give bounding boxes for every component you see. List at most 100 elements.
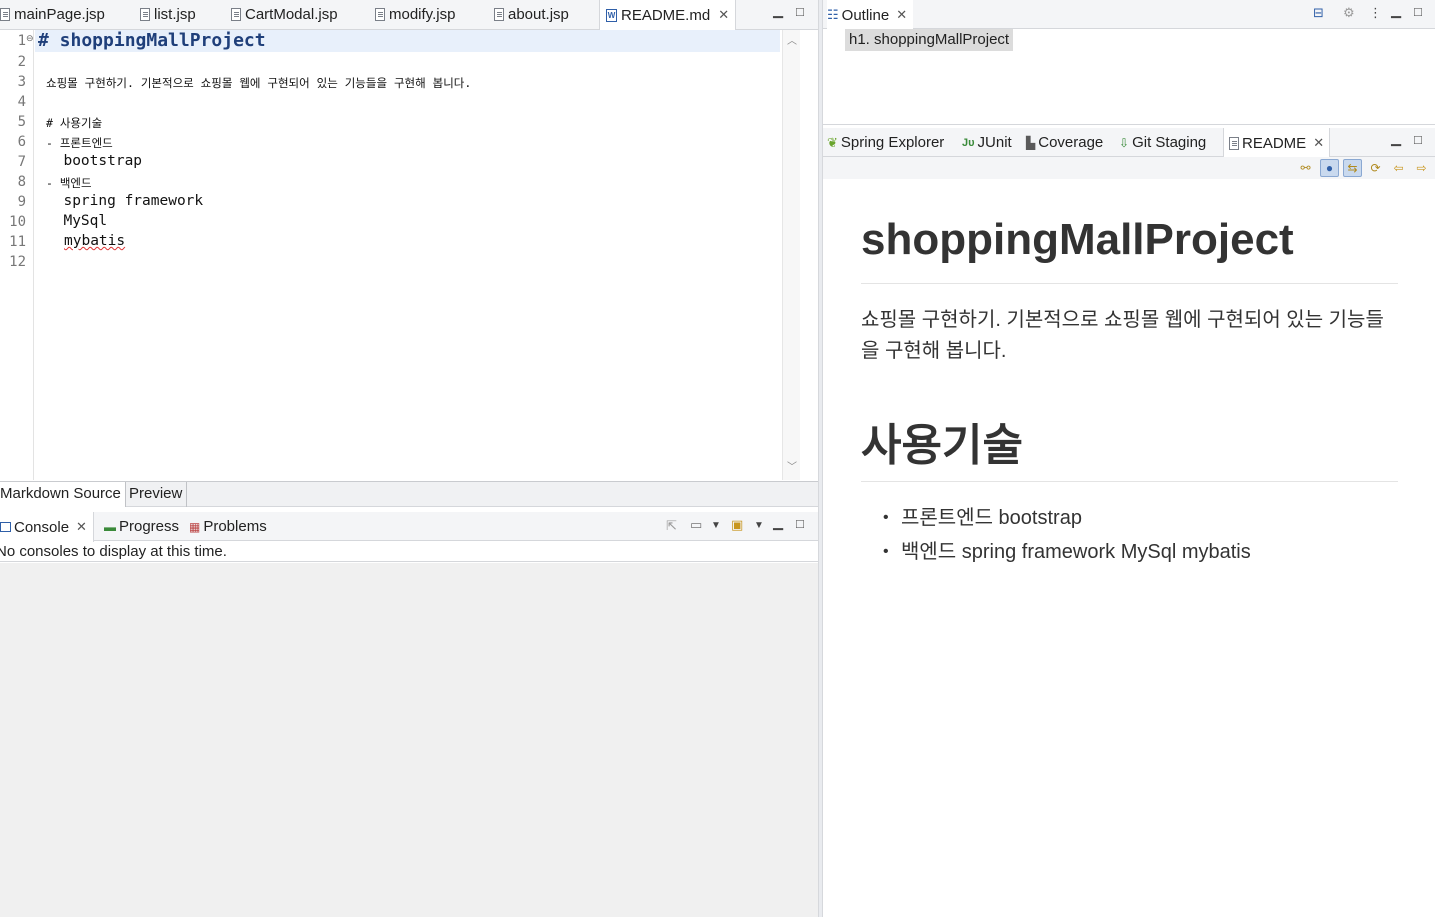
file-icon <box>375 8 385 21</box>
code-line-5: # 사용기술 <box>46 116 103 130</box>
tab-list-jsp[interactable]: list.jsp <box>140 0 196 29</box>
tab-progress[interactable]: ▬ Progress <box>104 512 179 541</box>
markdown-source-editor[interactable]: 1 ⊖ 2 3 4 5 6 7 8 9 10 11 12 # shoppingM… <box>0 30 800 480</box>
code-line-6: - 프론트엔드 <box>46 136 113 150</box>
close-icon[interactable]: ✕ <box>76 519 87 535</box>
tab-label: Spring Explorer <box>840 134 945 151</box>
code-line-11: mybatis <box>64 233 125 249</box>
line-number: 3 <box>17 74 26 90</box>
close-icon[interactable]: ✕ <box>1313 135 1324 151</box>
tab-outline[interactable]: ☷ Outline ✕ <box>827 0 914 30</box>
tab-junit[interactable]: Jᴜ JUnit <box>962 128 1012 157</box>
tab-label: Console <box>14 518 70 536</box>
spellcheck-word: mybatis <box>64 233 126 249</box>
line-number: 7 <box>17 154 26 170</box>
junit-icon: Jᴜ <box>962 136 975 149</box>
refresh-icon[interactable]: ⟳ <box>1366 159 1385 177</box>
line-number: 10 <box>9 214 26 230</box>
tab-markdown-source[interactable]: Markdown Source <box>0 482 126 507</box>
minimize-icon[interactable]: ▁ <box>1391 132 1401 145</box>
maximize-icon[interactable]: □ <box>1414 133 1422 146</box>
line-number: 1 <box>17 33 26 49</box>
tab-label: README.md <box>621 6 711 24</box>
tab-label: Progress <box>119 518 180 535</box>
heading-rule <box>861 283 1398 284</box>
list-item: 프론트엔드 bootstrap <box>883 501 1251 535</box>
tab-console[interactable]: Console ✕ <box>0 512 94 542</box>
tab-cartmodal-jsp[interactable]: CartModal.jsp <box>231 0 338 29</box>
console-message-text: No consoles to display at this time. <box>0 543 227 560</box>
display-console-icon[interactable]: ▭ <box>690 518 702 531</box>
tab-git-staging[interactable]: ⇩ Git Staging <box>1119 128 1206 157</box>
minimize-icon[interactable]: ▁ <box>1391 4 1401 17</box>
editor-vertical-scrollbar[interactable]: ︿ ﹀ <box>782 30 800 480</box>
globe-icon[interactable]: ● <box>1320 159 1339 177</box>
outline-tree: h1. shoppingMallProject <box>823 29 1435 125</box>
markdown-file-icon: W <box>606 8 617 22</box>
line-number: 9 <box>17 194 26 210</box>
file-icon <box>231 8 241 21</box>
rendered-markdown: shoppingMallProject 쇼핑몰 구현하기. 기본적으로 쇼핑몰 … <box>823 179 1435 917</box>
tab-label: README <box>1242 134 1307 152</box>
back-arrow-icon[interactable]: ⇦ <box>1389 159 1408 177</box>
tab-modify-jsp[interactable]: modify.jsp <box>375 0 455 29</box>
editor-mode-tabs: Markdown Source Preview <box>0 481 818 507</box>
forward-arrow-icon[interactable]: ⇨ <box>1412 159 1431 177</box>
tab-label: CartModal.jsp <box>245 6 338 23</box>
tab-readme-md[interactable]: W README.md ✕ <box>599 0 737 30</box>
tab-spring-explorer[interactable]: ❦ Spring Explorer <box>827 128 944 157</box>
console-message: No consoles to display at this time. <box>0 542 818 562</box>
pin-console-icon[interactable]: ⇱ <box>666 519 677 532</box>
open-console-icon[interactable]: ▣ <box>731 518 743 531</box>
tab-label: Problems <box>203 518 267 535</box>
minimize-icon[interactable]: ▁ <box>773 4 783 17</box>
line-number: 6 <box>17 134 26 150</box>
line-number: 5 <box>17 114 26 130</box>
outline-icon: ☷ <box>827 7 839 22</box>
sync-icon[interactable]: ⇆ <box>1343 159 1362 177</box>
tab-mainpage-jsp[interactable]: mainPage.jsp <box>0 0 105 29</box>
rendered-heading-2: 사용기술 <box>861 421 1023 470</box>
rendered-paragraph: 쇼핑몰 구현하기. 기본적으로 쇼핑몰 웹에 구현되어 있는 기능들을 구현해 … <box>861 309 1384 362</box>
console-area[interactable] <box>0 563 818 917</box>
tab-label: mainPage.jsp <box>14 6 105 23</box>
code-line-1: # shoppingMallProject <box>38 30 266 51</box>
maximize-icon[interactable]: □ <box>1414 5 1422 18</box>
line-number: 2 <box>17 54 26 70</box>
file-icon <box>140 8 150 21</box>
git-staging-icon: ⇩ <box>1119 135 1130 150</box>
tab-label: Outline <box>841 6 890 24</box>
tab-coverage[interactable]: ▙ Coverage <box>1026 128 1103 157</box>
line-number-gutter: 1 ⊖ 2 3 4 5 6 7 8 9 10 11 12 <box>0 30 34 480</box>
tab-preview[interactable]: Preview <box>125 482 188 507</box>
progress-icon: ▬ <box>104 519 116 534</box>
editor-tab-bar: mainPage.jsp list.jsp CartModal.jsp modi… <box>0 0 818 30</box>
close-icon[interactable]: ✕ <box>718 7 729 23</box>
minimize-icon[interactable]: ▁ <box>773 516 783 529</box>
console-icon <box>0 522 11 532</box>
outline-item[interactable]: h1. shoppingMallProject <box>845 29 1014 51</box>
chevron-down-icon[interactable]: ▼ <box>754 519 764 532</box>
scroll-up-icon[interactable]: ︿ <box>787 32 797 47</box>
maximize-icon[interactable]: □ <box>796 517 804 530</box>
outline-tab-bar: ☷ Outline ✕ ⊟ ⚙ ⋮ ▁ □ <box>823 0 1435 30</box>
tab-about-jsp[interactable]: about.jsp <box>494 0 569 29</box>
chevron-down-icon[interactable]: ▼ <box>711 519 721 532</box>
link-icon[interactable]: ⚯ <box>1296 159 1315 177</box>
tab-problems[interactable]: ▦ Problems <box>189 512 267 541</box>
rendered-heading-1: shoppingMallProject <box>861 215 1294 264</box>
code-line-8: - 백엔드 <box>46 176 92 190</box>
problems-icon: ▦ <box>189 519 201 534</box>
collapse-all-icon[interactable]: ⊟ <box>1313 6 1324 19</box>
close-icon[interactable]: ✕ <box>896 7 907 23</box>
maximize-icon[interactable]: □ <box>796 5 804 18</box>
file-icon <box>0 8 10 21</box>
view-menu-icon[interactable]: ⋮ <box>1369 6 1382 19</box>
rendered-list: 프론트엔드 bootstrap 백엔드 spring framework MyS… <box>883 501 1251 569</box>
tab-readme[interactable]: README ✕ <box>1223 128 1331 158</box>
scroll-down-icon[interactable]: ﹀ <box>787 458 797 473</box>
line-number: 11 <box>9 234 26 250</box>
fold-toggle-icon[interactable]: ⊖ <box>26 33 34 44</box>
code-line-3: 쇼핑몰 구현하기. 기본적으로 쇼핑몰 웹에 구현되어 있는 기능들을 구현해 … <box>46 76 472 90</box>
filter-icon[interactable]: ⚙ <box>1343 6 1355 19</box>
